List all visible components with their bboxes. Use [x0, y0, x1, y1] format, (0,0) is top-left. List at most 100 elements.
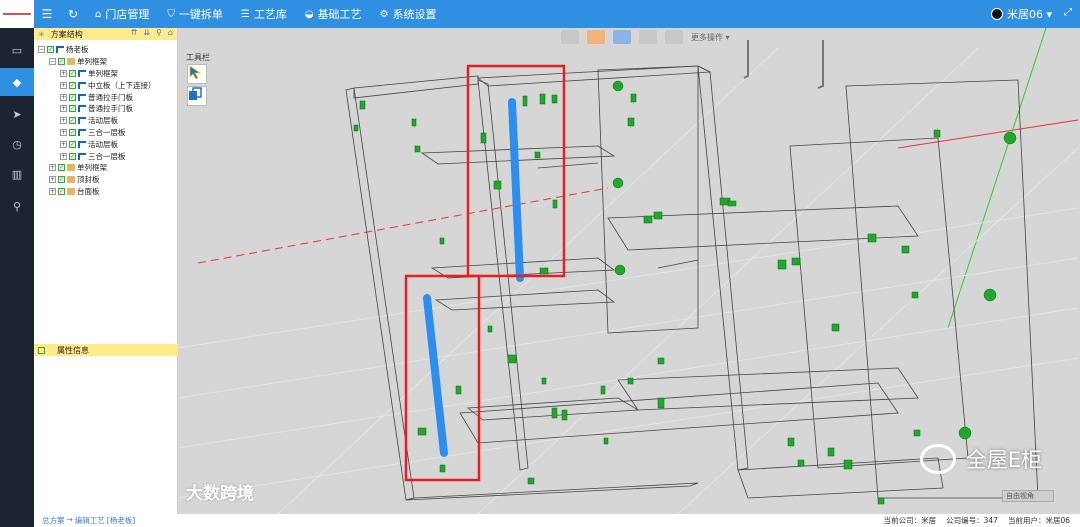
nav-one-click-split[interactable]: ⛉ 一键拆单: [158, 6, 232, 22]
part-icon: [78, 105, 86, 113]
node-checkbox[interactable]: ✓: [58, 164, 65, 172]
handle-mark-right: [817, 40, 824, 89]
node-checkbox[interactable]: ✓: [69, 128, 76, 136]
tree-node[interactable]: + ✓ 普通拉手门板: [34, 91, 177, 103]
tree-node[interactable]: + ✓ 普通拉手门板: [34, 103, 177, 115]
expand-toggle-icon[interactable]: −: [49, 58, 56, 66]
clock-icon[interactable]: ◷: [0, 130, 34, 158]
folder-icon: [67, 187, 75, 195]
nav-basic-process[interactable]: ◒ 基础工艺: [296, 6, 371, 22]
current-company: 当前公司：米居: [883, 516, 937, 525]
nav-system-settings[interactable]: ⚙ 系统设置: [371, 6, 446, 22]
panel-icon: [38, 346, 45, 354]
expand-toggle-icon[interactable]: +: [60, 128, 67, 136]
trash-icon[interactable]: ▥: [0, 160, 34, 188]
node-checkbox[interactable]: ✓: [47, 46, 54, 54]
node-checkbox[interactable]: ✓: [69, 81, 76, 89]
expand-toggle-icon[interactable]: +: [60, 105, 67, 113]
node-checkbox[interactable]: ✓: [69, 93, 76, 101]
copy-icon[interactable]: [613, 30, 631, 44]
tree-node-label: 三合一层板: [88, 151, 126, 161]
part-icon: [78, 128, 86, 136]
gear-icon: ⚙: [379, 8, 389, 20]
more-operations-button[interactable]: 更多操作 ▾: [691, 32, 730, 43]
structure-tree: − ✓ 杨老板 − ✓ 单列框架 + ✓ 单列框架 + ✓ 中立板（上下连接） + ✓ 普通拉手门板 + ✓ 普通…: [34, 40, 177, 197]
tree-node[interactable]: + ✓ 单列框架: [34, 68, 177, 80]
tree-node-label: 三合一层板: [88, 127, 126, 137]
send-icon[interactable]: ➤: [0, 100, 34, 128]
x-axis-line: [197, 187, 609, 264]
nav-store-management[interactable]: ⌂ 门店管理: [86, 6, 158, 22]
x-axis-line-right: [897, 119, 1079, 149]
search-icon[interactable]: ⚲: [156, 28, 162, 37]
save-view-icon[interactable]: [561, 30, 579, 44]
expand-toggle-icon[interactable]: +: [60, 140, 67, 148]
expand-toggle-icon[interactable]: +: [49, 164, 56, 172]
tree-node[interactable]: + ✓ 顶封板: [34, 174, 177, 186]
node-checkbox[interactable]: ✓: [58, 58, 65, 66]
tree-node[interactable]: − ✓ 杨老板: [34, 44, 177, 56]
expand-toggle-icon[interactable]: −: [38, 46, 45, 54]
tree-node[interactable]: + ✓ 中立板（上下连接）: [34, 79, 177, 91]
shield-icon: ⛉: [167, 8, 175, 20]
expand-toggle-icon[interactable]: +: [60, 152, 67, 160]
expand-toggle-icon[interactable]: +: [49, 187, 56, 195]
user-menu[interactable]: 米居06 ▾: [990, 0, 1052, 28]
tree-node[interactable]: + ✓ 台面板: [34, 186, 177, 198]
part-icon: [78, 69, 86, 77]
node-checkbox[interactable]: ✓: [69, 140, 76, 148]
folder-icon: [67, 58, 75, 66]
monitor-icon[interactable]: ▭: [0, 36, 34, 64]
breadcrumb-current: [杨老板]: [106, 516, 136, 525]
selected-panel-upper[interactable]: [508, 98, 524, 282]
tree-node[interactable]: − ✓ 单列框架: [34, 56, 177, 68]
frame-icon[interactable]: [639, 30, 657, 44]
3d-viewport[interactable]: 更多操作 ▾ 工具栏 大数跨境 全屋E柜 自由视角: [178, 28, 1080, 514]
status-bar: 总方案 → 编辑工艺 [杨老板] 当前公司：米居 公司编号：347 当前用户：米…: [34, 514, 1080, 527]
left-rail: ▭ ◆ ➤ ◷ ▥ ⚲: [0, 0, 34, 527]
fullscreen-icon[interactable]: ⤢: [1064, 7, 1072, 18]
refresh-icon[interactable]: ↻: [60, 7, 86, 21]
handle-mark-left: [743, 40, 749, 79]
lightning-icon[interactable]: [665, 30, 683, 44]
node-checkbox[interactable]: ✓: [69, 69, 76, 77]
node-checkbox[interactable]: ✓: [69, 117, 76, 125]
search-icon[interactable]: ⚲: [0, 192, 34, 220]
list-icon: ☰: [240, 8, 250, 20]
expand-toggle-icon[interactable]: +: [49, 176, 56, 184]
tree-node[interactable]: + ✓ 三合一层板: [34, 150, 177, 162]
select-arrow-icon[interactable]: [187, 64, 207, 84]
selected-panel-lower[interactable]: [423, 294, 448, 457]
expand-all-icon[interactable]: ⇈: [131, 28, 138, 37]
tree-node[interactable]: + ✓ 活动层板: [34, 115, 177, 127]
home-icon: ⌂: [95, 8, 102, 20]
tree-node[interactable]: + ✓ 三合一层板: [34, 127, 177, 139]
layers-icon[interactable]: [587, 30, 605, 44]
collapse-all-icon[interactable]: ⇊: [143, 28, 150, 37]
tree-node-label: 单列框架: [77, 163, 107, 173]
breadcrumb-edit-process[interactable]: 编辑工艺: [75, 515, 105, 526]
cabinet-model[interactable]: [178, 28, 1080, 514]
hardware-fittings: [353, 80, 1017, 505]
node-checkbox[interactable]: ✓: [58, 176, 65, 184]
node-checkbox[interactable]: ✓: [69, 152, 76, 160]
tree-node[interactable]: + ✓ 单列框架: [34, 162, 177, 174]
expand-toggle-icon[interactable]: +: [60, 69, 67, 77]
expand-toggle-icon[interactable]: +: [60, 93, 67, 101]
diamond-icon[interactable]: ◆: [0, 68, 34, 96]
tree-node-label: 普通拉手门板: [88, 92, 133, 102]
menu-icon[interactable]: ☰: [34, 7, 60, 21]
copy-tool-icon[interactable]: [187, 86, 207, 106]
node-checkbox[interactable]: ✓: [58, 187, 65, 195]
expand-toggle-icon[interactable]: +: [60, 81, 67, 89]
view-mode-select[interactable]: 自由视角: [1002, 490, 1054, 502]
watermark-left: 大数跨境: [186, 484, 254, 504]
tree-node[interactable]: + ✓ 活动层板: [34, 138, 177, 150]
expand-toggle-icon[interactable]: +: [60, 117, 67, 125]
node-checkbox[interactable]: ✓: [69, 105, 76, 113]
properties-header: 属性信息: [34, 344, 178, 356]
nav-process-library[interactable]: ☰ 工艺库: [232, 6, 296, 22]
tree-node-label: 普通拉手门板: [88, 104, 133, 114]
home-icon[interactable]: ⌂: [168, 28, 173, 37]
breadcrumb-root[interactable]: 总方案: [42, 515, 65, 526]
